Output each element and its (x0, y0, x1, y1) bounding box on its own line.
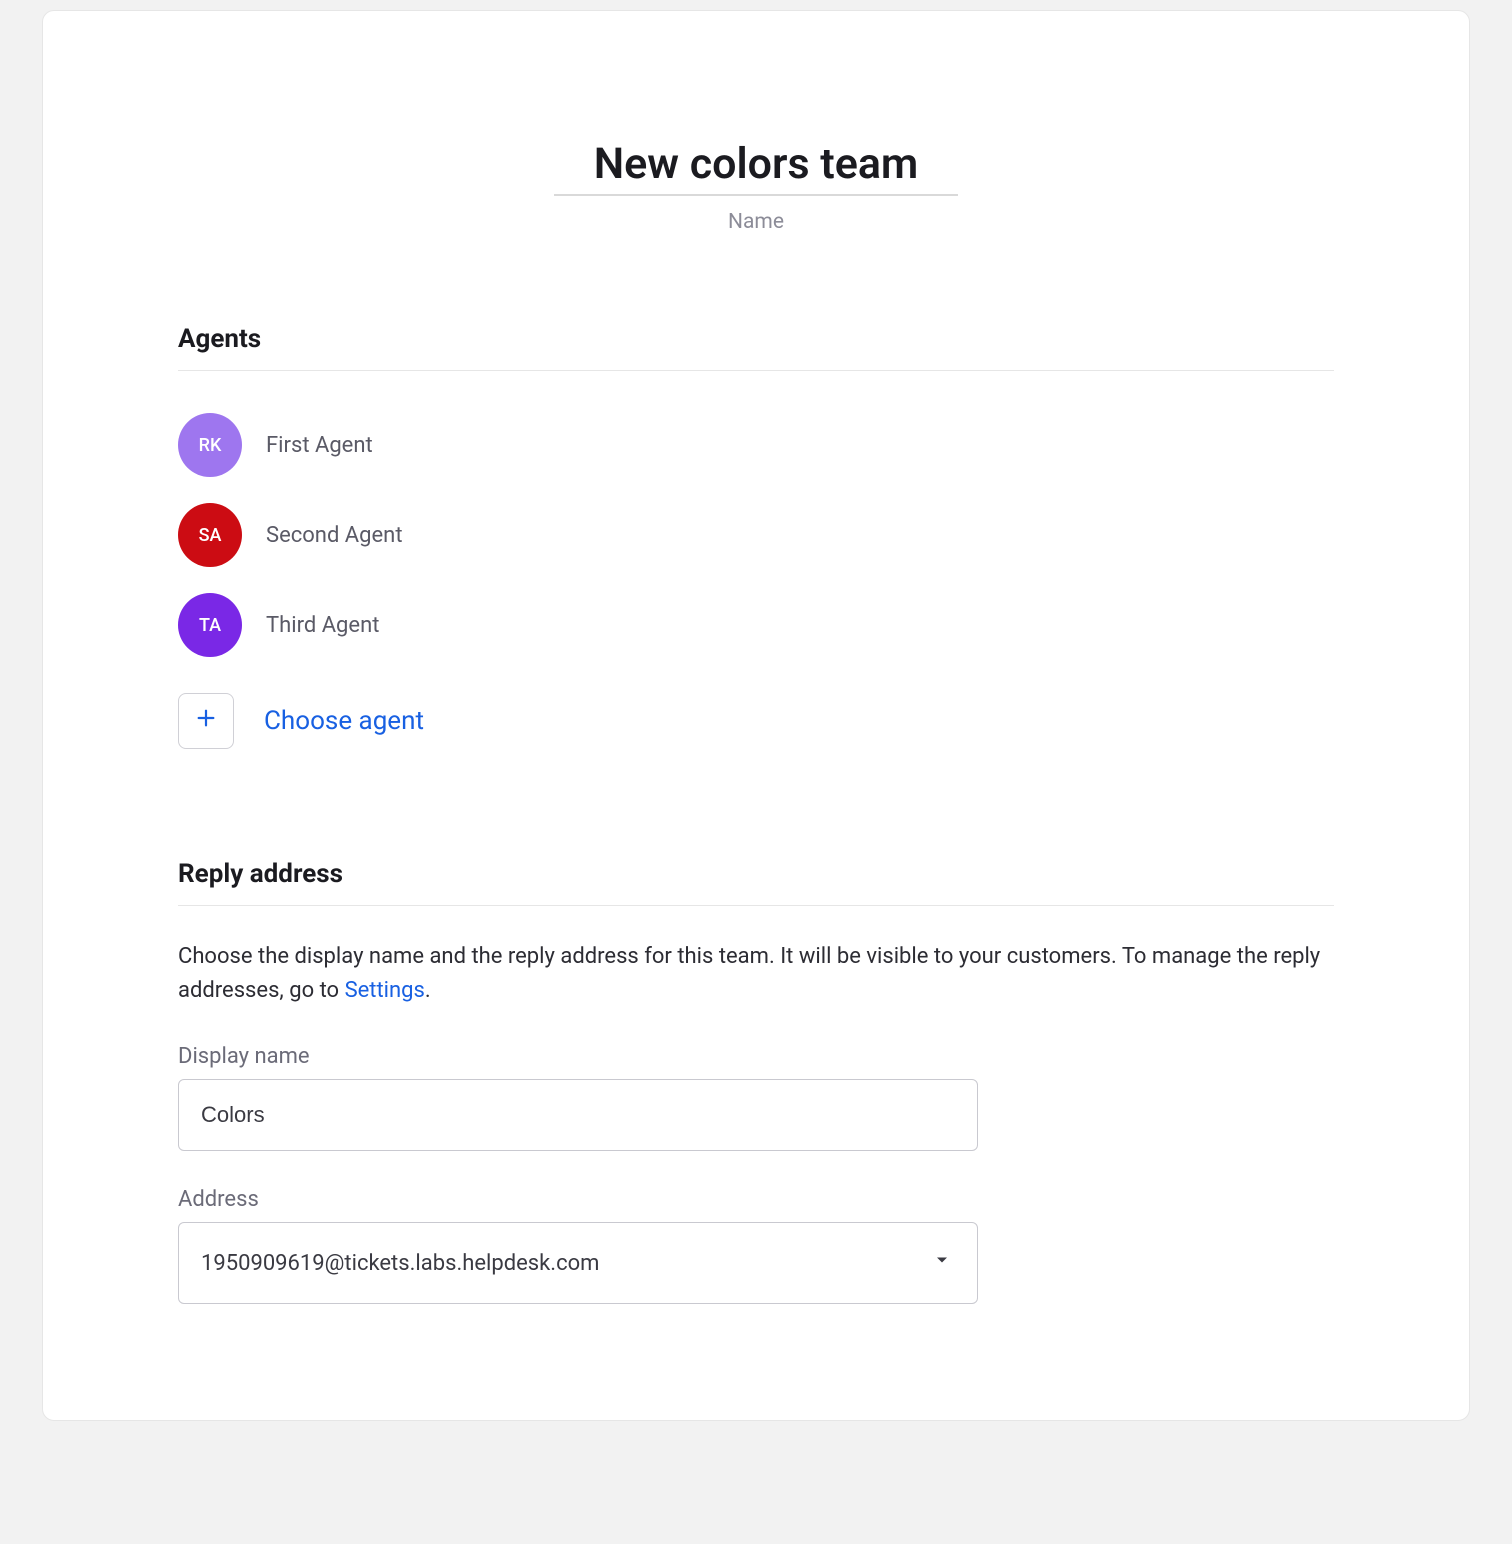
team-name-block: New colors team Name (178, 141, 1334, 234)
settings-link[interactable]: Settings (345, 978, 425, 1003)
agent-name: Second Agent (266, 523, 403, 548)
team-name-value: New colors team (594, 139, 919, 189)
team-name-input-wrap[interactable]: New colors team (554, 141, 959, 196)
display-name-label: Display name (178, 1044, 1334, 1069)
agent-name: First Agent (266, 433, 373, 458)
address-field: Address 1950909619@tickets.labs.helpdesk… (178, 1187, 1334, 1304)
reply-address-heading: Reply address (178, 859, 1334, 906)
avatar: TA (178, 593, 242, 657)
agent-row[interactable]: RK First Agent (178, 413, 1334, 477)
reply-desc-text-2: . (425, 978, 431, 1003)
agents-heading: Agents (178, 324, 1334, 371)
display-name-input[interactable] (178, 1079, 978, 1151)
agent-name: Third Agent (266, 613, 379, 638)
reply-description: Choose the display name and the reply ad… (178, 940, 1334, 1008)
address-select-value: 1950909619@tickets.labs.helpdesk.com (201, 1251, 599, 1276)
agent-row[interactable]: TA Third Agent (178, 593, 1334, 657)
add-agent-button[interactable] (178, 693, 234, 749)
plus-icon (195, 707, 217, 735)
choose-agent-link[interactable]: Choose agent (264, 706, 424, 736)
display-name-field: Display name (178, 1044, 1334, 1151)
choose-agent-row: Choose agent (178, 693, 1334, 749)
agent-row[interactable]: SA Second Agent (178, 503, 1334, 567)
avatar: RK (178, 413, 242, 477)
address-select[interactable]: 1950909619@tickets.labs.helpdesk.com (178, 1222, 978, 1304)
address-label: Address (178, 1187, 1334, 1212)
team-name-label: Name (178, 210, 1334, 234)
team-form-card: New colors team Name Agents RK First Agen… (42, 10, 1470, 1421)
agent-list: RK First Agent SA Second Agent TA Third Agent (178, 413, 1334, 657)
avatar: SA (178, 503, 242, 567)
